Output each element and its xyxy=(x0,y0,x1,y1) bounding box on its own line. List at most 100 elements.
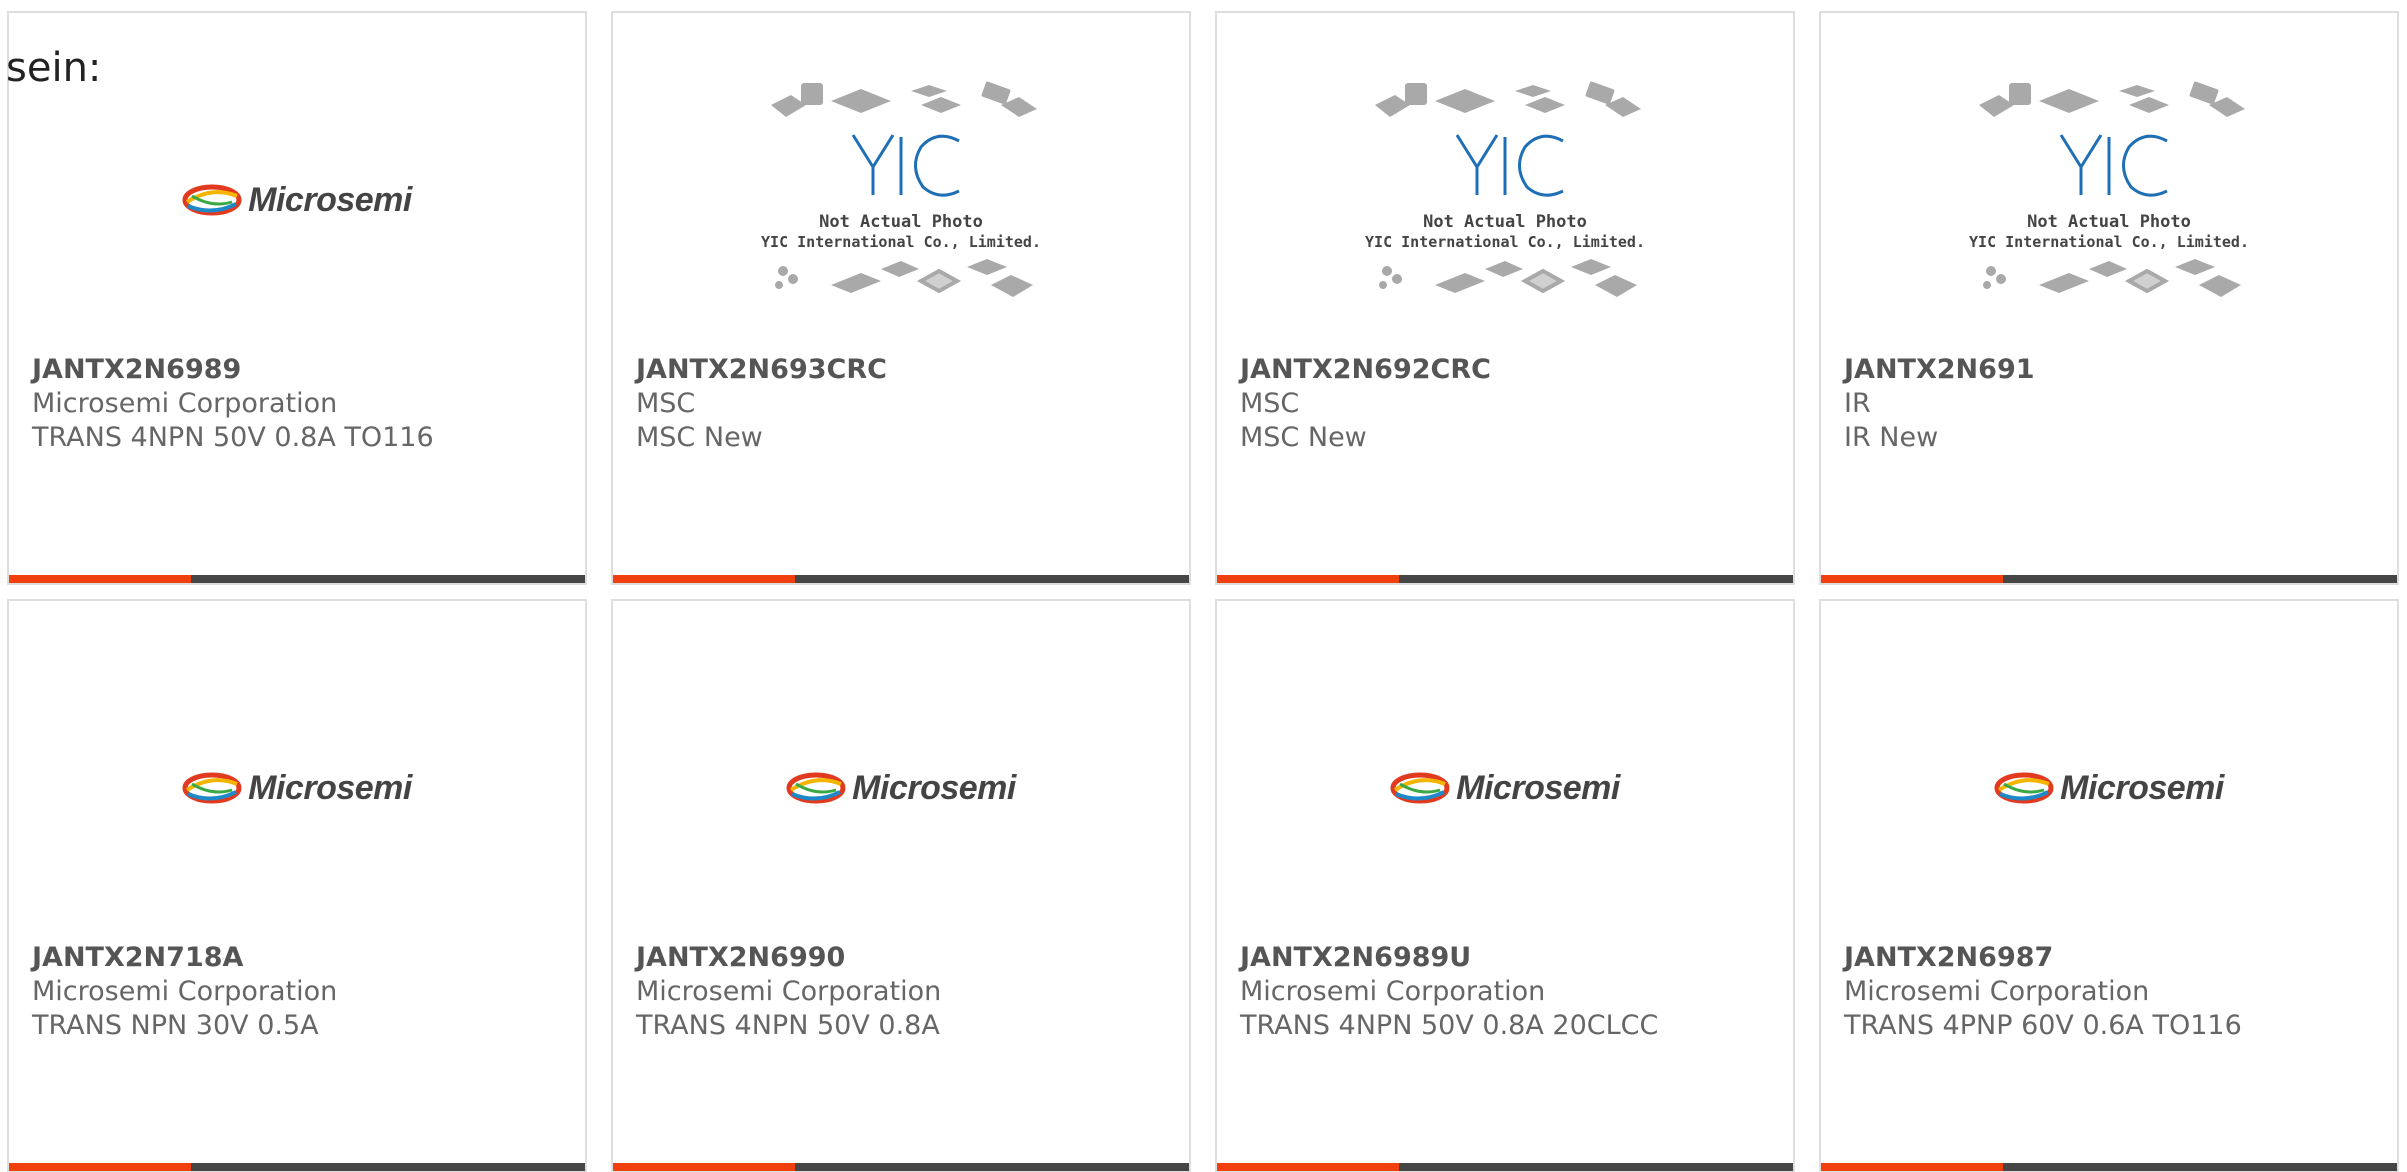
description: TRANS 4NPN 50V 0.8A 20CLCC xyxy=(1240,1010,1659,1041)
product-image[interactable]: Microsemi xyxy=(9,671,585,941)
product-card[interactable]: Microsemi JANTX2N6990 Microsemi Corporat… xyxy=(611,599,1191,1172)
product-card[interactable]: Not Actual Photo YIC International Co., … xyxy=(611,11,1191,585)
photo-note-1: Not Actual Photo xyxy=(2027,212,2191,232)
product-card[interactable]: Not Actual Photo YIC International Co., … xyxy=(1215,11,1795,585)
microsemi-swirl-icon xyxy=(1390,772,1450,804)
card-bottom-bar xyxy=(613,575,1189,583)
manufacturer: IR xyxy=(1844,388,1871,419)
bar-accent xyxy=(1217,575,1399,583)
page: sein: Microsemi JANTX2N6989 Microsemi Co… xyxy=(0,0,2407,1172)
product-info: JANTX2N718A Microsemi Corporation TRANS … xyxy=(32,941,575,1043)
card-bottom-bar xyxy=(613,1163,1189,1171)
product-card[interactable]: Microsemi JANTX2N718A Microsemi Corporat… xyxy=(7,599,587,1172)
chip-icons-bottom xyxy=(775,259,1033,297)
microsemi-logo: Microsemi xyxy=(182,181,412,220)
microsemi-logo: Microsemi xyxy=(1994,769,2224,808)
product-image[interactable]: Not Actual Photo YIC International Co., … xyxy=(613,81,1189,353)
product-info: JANTX2N6989U Microsemi Corporation TRANS… xyxy=(1240,941,1783,1043)
microsemi-swirl-icon xyxy=(182,184,242,216)
yic-placeholder-image: Not Actual Photo YIC International Co., … xyxy=(1969,81,2249,297)
lead-text: sein: xyxy=(6,45,102,91)
product-image[interactable]: Microsemi xyxy=(1821,671,2397,941)
yic-letters-icon xyxy=(1455,134,1564,197)
manufacturer: Microsemi Corporation xyxy=(1240,976,1546,1007)
bar-accent xyxy=(9,1163,191,1171)
product-info: JANTX2N6990 Microsemi Corporation TRANS … xyxy=(636,941,1179,1043)
bar-accent xyxy=(1821,1163,2003,1171)
product-image[interactable]: Microsemi xyxy=(613,671,1189,941)
card-bottom-bar xyxy=(1821,1163,2397,1171)
product-card[interactable]: Microsemi JANTX2N6987 Microsemi Corporat… xyxy=(1819,599,2399,1172)
microsemi-logo: Microsemi xyxy=(786,769,1016,808)
part-number[interactable]: JANTX2N6989U xyxy=(1240,941,1783,975)
description: TRANS 4PNP 60V 0.6A TO116 xyxy=(1844,1010,2242,1041)
manufacturer: Microsemi Corporation xyxy=(32,976,338,1007)
yic-letters-icon xyxy=(851,134,960,197)
photo-note-2: YIC International Co., Limited. xyxy=(1365,233,1645,251)
description: TRANS 4NPN 50V 0.8A TO116 xyxy=(32,422,434,453)
description: TRANS 4NPN 50V 0.8A xyxy=(636,1010,940,1041)
microsemi-swirl-icon xyxy=(1994,772,2054,804)
product-info: JANTX2N692CRC MSC MSC New xyxy=(1240,353,1783,455)
logo-wordmark: Microsemi xyxy=(1456,768,1620,807)
chip-icons-bottom xyxy=(1983,259,2241,297)
chip-icons-top xyxy=(1375,81,1641,117)
product-info: JANTX2N6987 Microsemi Corporation TRANS … xyxy=(1844,941,2387,1043)
photo-note-2: YIC International Co., Limited. xyxy=(1969,233,2249,251)
card-bottom-bar xyxy=(1821,575,2397,583)
product-image[interactable]: Microsemi xyxy=(9,83,585,353)
product-image[interactable]: Not Actual Photo YIC International Co., … xyxy=(1217,81,1793,353)
logo-wordmark: Microsemi xyxy=(852,768,1016,807)
microsemi-logo: Microsemi xyxy=(1390,769,1620,808)
part-number[interactable]: JANTX2N718A xyxy=(32,941,575,975)
product-info: JANTX2N6989 Microsemi Corporation TRANS … xyxy=(32,353,575,455)
yic-placeholder-image: Not Actual Photo YIC International Co., … xyxy=(1365,81,1645,297)
manufacturer: Microsemi Corporation xyxy=(32,388,338,419)
part-number[interactable]: JANTX2N6990 xyxy=(636,941,1179,975)
chip-icons-top xyxy=(1979,81,2245,117)
bar-accent xyxy=(1217,1163,1399,1171)
bar-accent xyxy=(613,575,795,583)
description: TRANS NPN 30V 0.5A xyxy=(32,1010,319,1041)
chip-icons-top xyxy=(771,81,1037,117)
microsemi-swirl-icon xyxy=(182,772,242,804)
microsemi-swirl-icon xyxy=(786,772,846,804)
bar-accent xyxy=(613,1163,795,1171)
description: MSC New xyxy=(636,422,763,453)
part-number[interactable]: JANTX2N6987 xyxy=(1844,941,2387,975)
bar-accent xyxy=(9,575,191,583)
description: MSC New xyxy=(1240,422,1367,453)
logo-wordmark: Microsemi xyxy=(248,768,412,807)
part-number[interactable]: JANTX2N691 xyxy=(1844,353,2387,387)
microsemi-logo: Microsemi xyxy=(182,769,412,808)
photo-note-1: Not Actual Photo xyxy=(1423,212,1587,232)
photo-note-1: Not Actual Photo xyxy=(819,212,983,232)
logo-wordmark: Microsemi xyxy=(248,180,412,219)
product-image[interactable]: Not Actual Photo YIC International Co., … xyxy=(1821,81,2397,353)
card-bottom-bar xyxy=(9,575,585,583)
product-card[interactable]: Microsemi JANTX2N6989 Microsemi Corporat… xyxy=(7,11,587,585)
part-number[interactable]: JANTX2N692CRC xyxy=(1240,353,1783,387)
product-card[interactable]: Not Actual Photo YIC International Co., … xyxy=(1819,11,2399,585)
card-bottom-bar xyxy=(1217,575,1793,583)
manufacturer: Microsemi Corporation xyxy=(636,976,942,1007)
yic-placeholder-image: Not Actual Photo YIC International Co., … xyxy=(761,81,1041,297)
manufacturer: MSC xyxy=(1240,388,1300,419)
card-bottom-bar xyxy=(1217,1163,1793,1171)
card-bottom-bar xyxy=(9,1163,585,1171)
yic-letters-icon xyxy=(2059,134,2168,197)
product-grid: Microsemi JANTX2N6989 Microsemi Corporat… xyxy=(7,11,2399,1172)
product-info: JANTX2N693CRC MSC MSC New xyxy=(636,353,1179,455)
manufacturer: Microsemi Corporation xyxy=(1844,976,2150,1007)
part-number[interactable]: JANTX2N693CRC xyxy=(636,353,1179,387)
part-number[interactable]: JANTX2N6989 xyxy=(32,353,575,387)
chip-icons-bottom xyxy=(1379,259,1637,297)
photo-note-2: YIC International Co., Limited. xyxy=(761,233,1041,251)
product-info: JANTX2N691 IR IR New xyxy=(1844,353,2387,455)
bar-accent xyxy=(1821,575,2003,583)
logo-wordmark: Microsemi xyxy=(2060,768,2224,807)
manufacturer: MSC xyxy=(636,388,696,419)
description: IR New xyxy=(1844,422,1939,453)
product-image[interactable]: Microsemi xyxy=(1217,671,1793,941)
product-card[interactable]: Microsemi JANTX2N6989U Microsemi Corpora… xyxy=(1215,599,1795,1172)
